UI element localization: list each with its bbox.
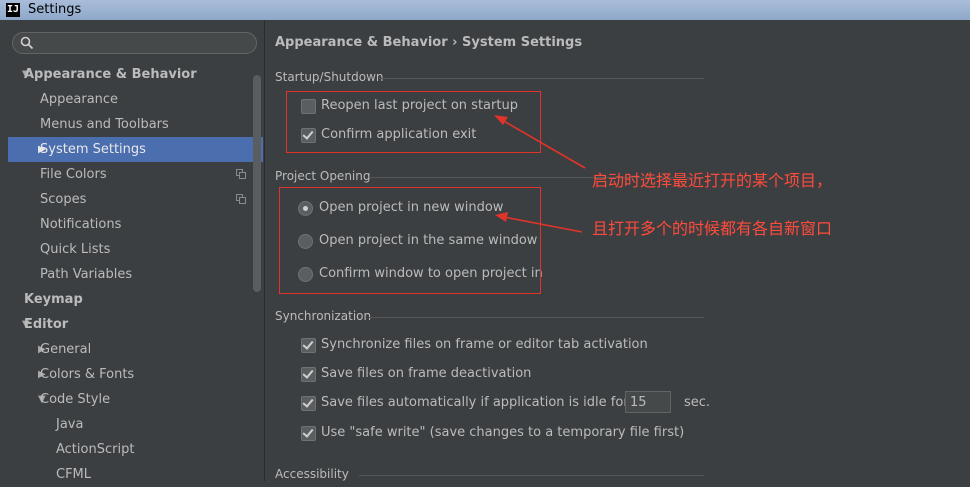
annotation-note-2: 且打开多个的时候都有各自新窗口 xyxy=(592,219,833,238)
annotation-note-1: 启动时选择最近打开的某个项目， xyxy=(592,171,833,190)
annotation-arrows xyxy=(494,115,586,233)
